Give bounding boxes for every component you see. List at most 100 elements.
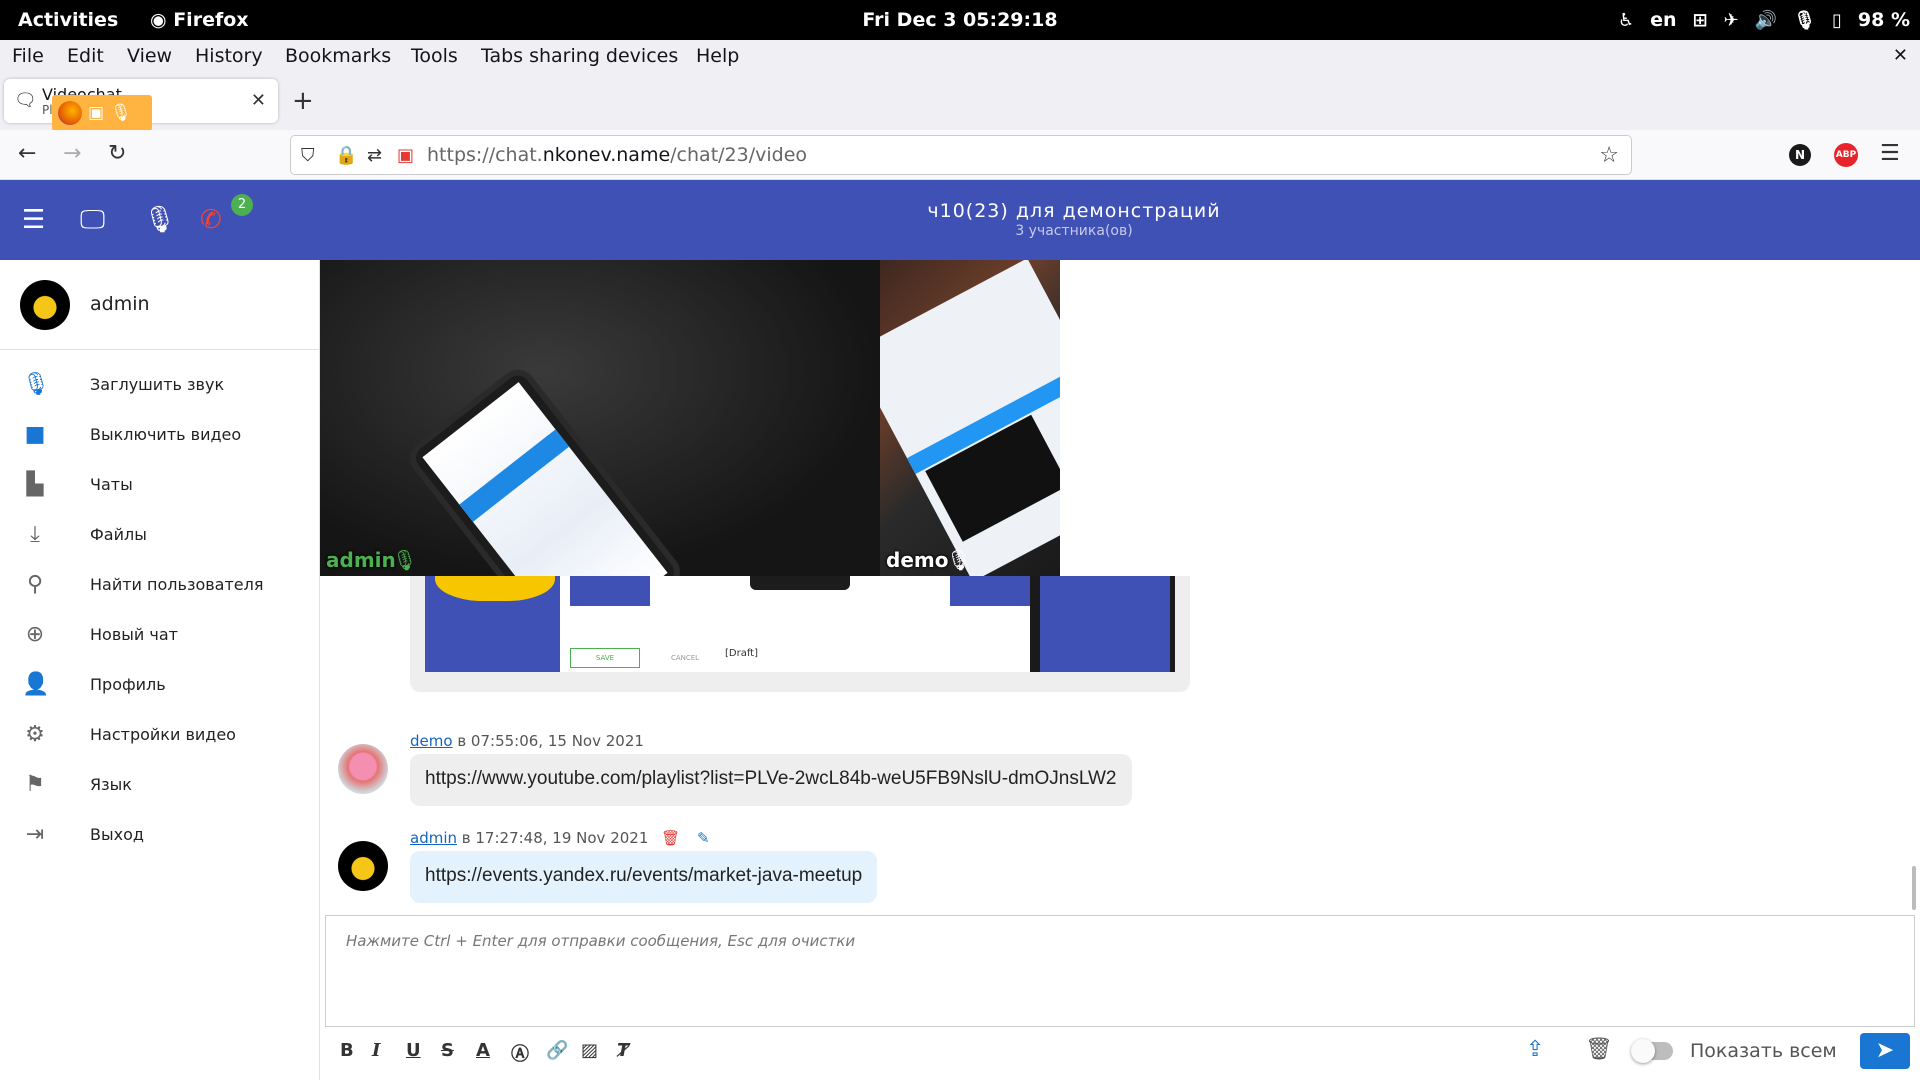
menu-tabs-sharing[interactable]: Tabs sharing devices: [481, 45, 678, 67]
chat-icon: 🗨: [14, 90, 37, 111]
menu-help[interactable]: Help: [696, 45, 739, 67]
avatar[interactable]: [338, 744, 388, 794]
avatar[interactable]: [338, 841, 388, 891]
italic-icon[interactable]: I: [372, 1040, 380, 1061]
message-meta: demo в 07:55:06, 15 Nov 2021: [410, 732, 644, 750]
menu-edit[interactable]: Edit: [67, 45, 104, 67]
sidebar-item-video-settings[interactable]: ⚙ Настройки видео: [0, 710, 319, 760]
end-call-icon[interactable]: ✆: [200, 205, 222, 235]
search-icon: ⚲: [26, 572, 44, 597]
menu-history[interactable]: History: [195, 45, 263, 67]
forward-button[interactable]: →: [63, 141, 81, 166]
edit-icon[interactable]: ✎: [697, 829, 710, 847]
highlight-icon[interactable]: Ⓐ: [511, 1040, 529, 1066]
message-author-link[interactable]: demo: [410, 732, 453, 750]
sidebar-item-label: Настройки видео: [90, 725, 236, 744]
remote-video[interactable]: demo 🎙: [880, 260, 1060, 576]
editor-placeholder: Нажмите Ctrl + Enter для отправки сообще…: [346, 932, 856, 950]
sidebar: admin 🎙 Заглушить звук ■ Выключить видео…: [0, 260, 320, 1080]
sharing-indicator[interactable]: ▣ 🎙: [52, 95, 152, 131]
image-icon[interactable]: ▨: [581, 1040, 598, 1061]
url-bar[interactable]: ⛉ 🔒 ⇄ ▣ https://chat.nkonev.name/chat/23…: [290, 135, 1632, 175]
extension-n-icon[interactable]: N: [1789, 144, 1811, 166]
link-icon[interactable]: 🔗: [546, 1040, 568, 1061]
bold-icon[interactable]: B: [340, 1040, 354, 1061]
camera-in-use-icon[interactable]: ▣: [397, 145, 414, 166]
clock[interactable]: Fri Dec 3 05:29:18: [862, 9, 1057, 31]
clear-format-icon[interactable]: T̷: [617, 1040, 629, 1061]
tab-close-icon[interactable]: ✕: [251, 90, 266, 111]
activities-button[interactable]: Activities: [18, 9, 118, 31]
chats-icon: ▙: [26, 472, 44, 497]
screenshot-cancel-label: CANCEL: [670, 654, 700, 662]
bookmark-star-icon[interactable]: ☆: [1599, 143, 1619, 168]
delete-icon[interactable]: 🗑: [661, 829, 680, 847]
accessibility-icon[interactable]: ♿: [1618, 10, 1634, 31]
sidebar-item-find-user[interactable]: ⚲ Найти пользователя: [0, 560, 319, 610]
sidebar-item-video-off[interactable]: ■ Выключить видео: [0, 410, 319, 460]
user-profile[interactable]: admin: [0, 260, 319, 350]
sidebar-item-new-chat[interactable]: ⊕ Новый чат: [0, 610, 319, 660]
url-text[interactable]: https://chat.nkonev.name/chat/23/video: [427, 144, 807, 166]
adblock-plus-icon[interactable]: ABP: [1834, 143, 1858, 167]
strikethrough-icon[interactable]: S: [441, 1040, 454, 1061]
menu-tools[interactable]: Tools: [411, 45, 458, 67]
menu-file[interactable]: File: [12, 45, 44, 67]
mic-on-icon: 🎙: [392, 548, 418, 572]
close-window-icon[interactable]: ✕: [1893, 45, 1908, 66]
drawer-menu-icon[interactable]: ☰: [22, 205, 45, 235]
local-video[interactable]: admin 🎙: [320, 260, 880, 576]
trash-icon[interactable]: 🗑: [1585, 1037, 1613, 1062]
video-strip: admin 🎙 demo 🎙: [320, 260, 1060, 576]
sidebar-item-label: Заглушить звук: [90, 375, 225, 394]
sidebar-item-label: Чаты: [90, 475, 133, 494]
scrollbar[interactable]: [1912, 866, 1916, 910]
language-indicator[interactable]: en: [1650, 9, 1676, 31]
screen-share-icon[interactable]: 🖵: [80, 205, 105, 236]
text-color-icon[interactable]: A: [476, 1040, 490, 1061]
show-all-label: Показать всем: [1690, 1040, 1837, 1062]
shield-icon[interactable]: ⛉: [301, 145, 315, 166]
firefox-menu-icon[interactable]: ☰: [1880, 141, 1900, 166]
airplane-icon: ✈: [1723, 9, 1739, 31]
message-author-link[interactable]: admin: [410, 829, 457, 847]
underline-icon[interactable]: U: [406, 1040, 421, 1061]
lock-icon[interactable]: 🔒: [335, 145, 357, 166]
permissions-icon[interactable]: ⇄: [367, 145, 382, 166]
embedded-screenshot[interactable]: SAVE CANCEL [Draft]: [425, 576, 1175, 672]
message-bubble[interactable]: https://www.youtube.com/playlist?list=PL…: [410, 754, 1132, 806]
app-menu[interactable]: ◉ Firefox: [150, 9, 249, 31]
sidebar-item-language[interactable]: ⚑ Язык: [0, 760, 319, 810]
reload-button[interactable]: ↻: [108, 141, 126, 166]
sidebar-item-chats[interactable]: ▙ Чаты: [0, 460, 319, 510]
video-content: [402, 362, 688, 576]
message-list[interactable]: SAVE CANCEL [Draft] demo в 07:55:06, 15 …: [320, 576, 1920, 912]
remote-video-name: demo: [886, 548, 949, 572]
message-editor[interactable]: Нажмите Ctrl + Enter для отправки сообще…: [325, 915, 1915, 1027]
message-bubble[interactable]: https://events.yandex.ru/events/market-j…: [410, 851, 878, 903]
tab-videochat[interactable]: 🗨 Videochat Pl ▣ 🎙 ✕: [4, 79, 278, 131]
send-button[interactable]: ➤: [1860, 1033, 1910, 1069]
system-tray[interactable]: ♿ en ⊞ ✈ 🔊 🎙 ▯ 98 %: [1618, 9, 1910, 31]
message-time: в 17:27:48, 19 Nov 2021: [461, 829, 649, 847]
show-all-toggle[interactable]: [1631, 1039, 1673, 1063]
menu-bookmarks[interactable]: Bookmarks: [285, 45, 391, 67]
back-button[interactable]: ←: [18, 141, 36, 166]
sidebar-item-label: Найти пользователя: [90, 575, 264, 594]
message-time: в 07:55:06, 15 Nov 2021: [457, 732, 644, 750]
sidebar-item-logout[interactable]: ⇥ Выход: [0, 810, 319, 860]
add-circle-icon: ⊕: [25, 622, 45, 647]
microphone-toggle-icon[interactable]: 🎙: [143, 205, 176, 235]
file-upload-icon[interactable]: ⇪: [1526, 1037, 1544, 1062]
camera-sharing-icon: ▣: [88, 103, 105, 123]
sidebar-item-label: Язык: [90, 775, 132, 794]
new-tab-button[interactable]: +: [292, 86, 314, 116]
sidebar-item-profile[interactable]: 👤 Профиль: [0, 660, 319, 710]
sidebar-item-mute[interactable]: 🎙 Заглушить звук: [0, 360, 319, 410]
videocam-icon: ■: [24, 422, 46, 447]
sidebar-item-files[interactable]: ⤓ Файлы: [0, 510, 319, 560]
menu-view[interactable]: View: [127, 45, 172, 67]
editor-toolbar: B I U S A Ⓐ 🔗 ▨ T̷ ⇪ 🗑 Показать всем ➤: [325, 1027, 1915, 1077]
firefox-icon: [58, 101, 82, 125]
volume-icon: 🔊: [1754, 9, 1778, 31]
